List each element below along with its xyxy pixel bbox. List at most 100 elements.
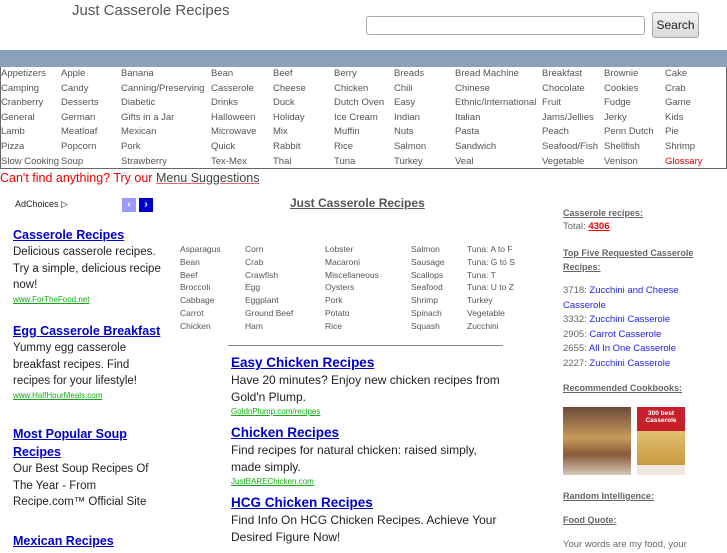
total-link[interactable]: 4306: [588, 221, 609, 232]
casserole-category-link[interactable]: Oysters: [325, 282, 354, 292]
nav-item[interactable]: Bread Machine: [455, 68, 519, 79]
nav-item[interactable]: Brownie: [604, 68, 638, 79]
nav-item[interactable]: Desserts: [61, 97, 98, 108]
nav-item[interactable]: Berry: [334, 68, 357, 79]
nav-item[interactable]: Soup: [61, 156, 83, 167]
casserole-category-link[interactable]: Miscellaneous: [325, 270, 379, 280]
nav-item[interactable]: Venison: [604, 156, 638, 167]
casserole-category-link[interactable]: Shrimp: [411, 295, 438, 305]
casserole-category-link[interactable]: Salmon: [411, 244, 440, 254]
next-arrow-icon[interactable]: ›: [139, 198, 153, 212]
nav-item[interactable]: Cheese: [273, 83, 306, 94]
casserole-category-link[interactable]: Scallops: [411, 270, 443, 280]
search-button[interactable]: Search: [652, 12, 699, 38]
nav-item[interactable]: Easy: [394, 97, 415, 108]
nav-item[interactable]: Chicken: [334, 83, 368, 94]
casserole-category-link[interactable]: Macaroni: [325, 257, 360, 267]
casserole-category-link[interactable]: Carrot: [180, 308, 204, 318]
ad-title-link[interactable]: Egg Casserole Breakfast: [13, 322, 163, 340]
casserole-category-link[interactable]: Sausage: [411, 257, 445, 267]
nav-item[interactable]: Shellfish: [604, 141, 640, 152]
search-input[interactable]: [366, 16, 645, 35]
nav-item[interactable]: Mix: [273, 126, 288, 137]
top-link[interactable]: Zucchini Casserole: [589, 314, 670, 325]
casserole-category-link[interactable]: Ham: [245, 321, 263, 331]
nav-item[interactable]: Appetizers: [1, 68, 46, 79]
nav-item[interactable]: Quick: [211, 141, 235, 152]
nav-item[interactable]: Chocolate: [542, 83, 585, 94]
casserole-category-link[interactable]: Lobster: [325, 244, 353, 254]
nav-item[interactable]: Sandwich: [455, 141, 496, 152]
nav-item[interactable]: Tuna: [334, 156, 355, 167]
nav-item[interactable]: Seafood/Fish: [542, 141, 598, 152]
nav-item[interactable]: Microwave: [211, 126, 256, 137]
nav-item[interactable]: Pie: [665, 126, 679, 137]
nav-item[interactable]: Fudge: [604, 97, 631, 108]
nav-item[interactable]: Muffin: [334, 126, 360, 137]
casserole-category-link[interactable]: Bean: [180, 257, 200, 267]
nav-item[interactable]: Tex-Mex: [211, 156, 247, 167]
nav-item[interactable]: Rice: [334, 141, 353, 152]
nav-item[interactable]: Strawberry: [121, 156, 167, 167]
casserole-category-link[interactable]: Seafood: [411, 282, 443, 292]
nav-item[interactable]: Casserole: [211, 83, 254, 94]
cookbook-image[interactable]: [563, 407, 631, 475]
nav-item[interactable]: Chili: [394, 83, 412, 94]
nav-item[interactable]: Duck: [273, 97, 295, 108]
nav-item[interactable]: Penn Dutch: [604, 126, 654, 137]
nav-item[interactable]: Shrimp: [665, 141, 695, 152]
casserole-category-link[interactable]: Ground Beef: [245, 308, 293, 318]
nav-item[interactable]: Indian: [394, 112, 420, 123]
nav-item[interactable]: Turkey: [394, 156, 423, 167]
casserole-category-link[interactable]: Eggplant: [245, 295, 279, 305]
nav-item[interactable]: Cranberry: [1, 97, 43, 108]
casserole-category-link[interactable]: Egg: [245, 282, 260, 292]
nav-item[interactable]: Veal: [455, 156, 474, 167]
casserole-category-link[interactable]: Rice: [325, 321, 342, 331]
ad-url-link[interactable]: www.HalfHourMeals.com: [13, 390, 163, 402]
top-link[interactable]: Zucchini Casserole: [589, 358, 670, 369]
nav-item[interactable]: Fruit: [542, 97, 561, 108]
nav-item[interactable]: General: [1, 112, 35, 123]
nav-item[interactable]: Beef: [273, 68, 293, 79]
ad-url-link[interactable]: www.ForTheFood.net: [13, 294, 163, 306]
casserole-category-link[interactable]: Asparagus: [180, 244, 221, 254]
nav-item[interactable]: Halloween: [211, 112, 255, 123]
nav-item[interactable]: Cake: [665, 68, 687, 79]
nav-item[interactable]: Vegetable: [542, 156, 584, 167]
nav-item[interactable]: Diabetic: [121, 97, 155, 108]
casserole-category-link[interactable]: Tuna: A to F: [467, 244, 513, 254]
casserole-category-link[interactable]: Vegetable: [467, 308, 505, 318]
ad-title-link[interactable]: Most Popular Soup Recipes: [13, 425, 163, 461]
nav-item[interactable]: Ice Cream: [334, 112, 378, 123]
nav-item[interactable]: Drinks: [211, 97, 238, 108]
ad-url-link[interactable]: JustBAREChicken.com: [231, 476, 506, 488]
nav-item[interactable]: Canning/Preserving: [121, 83, 204, 94]
prev-arrow-icon[interactable]: ‹: [122, 198, 136, 212]
nav-item[interactable]: Cookies: [604, 83, 638, 94]
nav-item[interactable]: Lamb: [1, 126, 25, 137]
nav-item[interactable]: Popcorn: [61, 141, 96, 152]
nav-item[interactable]: Dutch Oven: [334, 97, 384, 108]
nav-item[interactable]: Banana: [121, 68, 154, 79]
casserole-category-link[interactable]: Crawfish: [245, 270, 278, 280]
nav-item[interactable]: Kids: [665, 112, 683, 123]
casserole-category-link[interactable]: Tuna: G to S: [467, 257, 515, 267]
nav-item[interactable]: Meatloaf: [61, 126, 97, 137]
casserole-category-link[interactable]: Corn: [245, 244, 263, 254]
menu-suggestions-link[interactable]: Menu Suggestions: [156, 171, 260, 185]
nav-item[interactable]: Salmon: [394, 141, 426, 152]
nav-item[interactable]: Thai: [273, 156, 291, 167]
nav-item[interactable]: Camping: [1, 83, 39, 94]
nav-item[interactable]: Nuts: [394, 126, 414, 137]
casserole-category-link[interactable]: Cabbage: [180, 295, 215, 305]
nav-item[interactable]: Italian: [455, 112, 480, 123]
casserole-category-link[interactable]: Potato: [325, 308, 350, 318]
nav-item[interactable]: Jams/Jellies: [542, 112, 594, 123]
casserole-category-link[interactable]: Broccoli: [180, 282, 210, 292]
nav-item[interactable]: German: [61, 112, 95, 123]
ad-title-link[interactable]: Chicken Recipes: [231, 424, 506, 442]
casserole-category-link[interactable]: Zucchini: [467, 321, 499, 331]
casserole-category-link[interactable]: Chicken: [180, 321, 211, 331]
nav-item[interactable]: Jerky: [604, 112, 627, 123]
